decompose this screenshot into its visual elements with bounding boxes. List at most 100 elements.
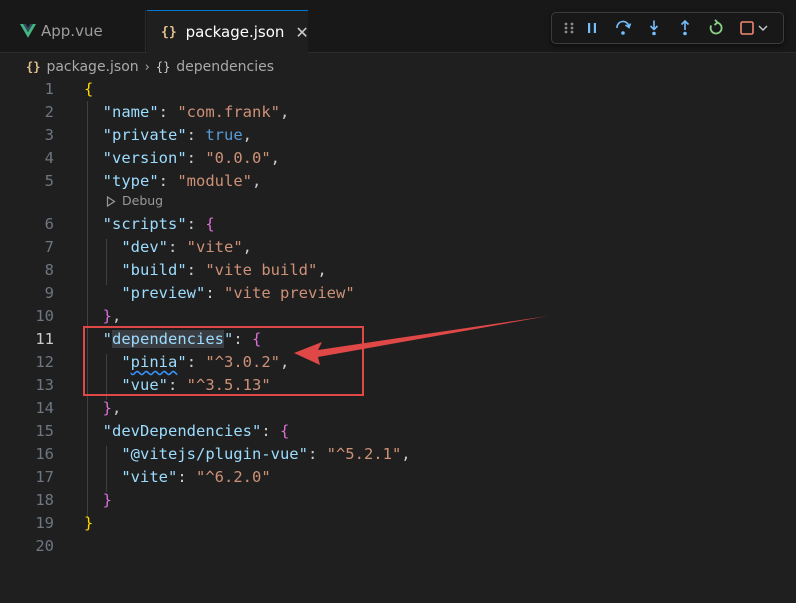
line-number: 5 <box>44 172 54 190</box>
code-line[interactable]: 4 "version": "0.0.0", <box>0 147 796 170</box>
line-number: 11 <box>35 330 54 348</box>
restart-icon[interactable] <box>705 17 727 39</box>
code-token: "dev" <box>121 238 168 256</box>
code-content: "build": "vite build", <box>84 259 326 282</box>
code-token: { <box>205 215 215 233</box>
code-content: "type": "module", <box>84 170 262 193</box>
code-line[interactable]: 18 } <box>0 489 796 512</box>
code-content: "dependencies": { <box>84 328 261 351</box>
step-into-icon[interactable] <box>643 17 665 39</box>
code-line[interactable]: 11 "dependencies": { <box>0 328 796 351</box>
code-token: } <box>84 514 94 532</box>
code-token: "scripts" <box>102 215 187 233</box>
code-content: }, <box>84 305 122 328</box>
vue-icon <box>20 24 36 38</box>
pause-icon[interactable] <box>581 17 603 39</box>
code-token: : <box>205 284 224 302</box>
line-number: 14 <box>35 399 54 417</box>
code-line[interactable]: 12 "pinia": "^3.0.2", <box>0 351 796 374</box>
code-token: : <box>186 353 206 371</box>
code-token: "^3.5.13" <box>186 376 271 394</box>
line-number: 18 <box>35 491 54 509</box>
code-token: : <box>261 422 280 440</box>
code-line[interactable]: 14 }, <box>0 397 796 420</box>
step-out-icon[interactable] <box>674 17 696 39</box>
code-token: "vite build" <box>205 261 318 279</box>
json-braces-icon: {} <box>26 60 41 74</box>
line-number: 4 <box>44 149 54 167</box>
code-token: : <box>186 215 206 233</box>
code-token: : <box>158 103 178 121</box>
codelens-debug[interactable]: Debug <box>106 191 163 211</box>
close-icon[interactable]: ✕ <box>295 23 308 42</box>
code-content: "vite": "^6.2.0" <box>84 466 270 489</box>
code-token: "vue" <box>121 376 168 394</box>
code-token: : <box>168 238 187 256</box>
code-line[interactable]: 7 "dev": "vite", <box>0 236 796 259</box>
line-number: 13 <box>35 376 54 394</box>
drag-handle-icon[interactable] <box>558 17 580 39</box>
code-line[interactable]: 19} <box>0 512 796 535</box>
code-line[interactable]: 6 "scripts": { <box>0 213 796 236</box>
code-line[interactable]: 13 "vue": "^3.5.13" <box>0 374 796 397</box>
code-line[interactable]: 8 "build": "vite build", <box>0 259 796 282</box>
code-line[interactable]: 5 "type": "module", <box>0 170 796 193</box>
code-token: , <box>280 103 290 121</box>
code-line[interactable]: 1{ <box>0 78 796 101</box>
code-token: , <box>280 353 290 371</box>
code-line[interactable]: 2 "name": "com.frank", <box>0 101 796 124</box>
code-content: "devDependencies": { <box>84 420 290 443</box>
code-line[interactable]: 15 "devDependencies": { <box>0 420 796 443</box>
step-over-icon[interactable] <box>612 17 634 39</box>
tab-label: package.json <box>185 23 285 41</box>
code-token: : <box>186 126 206 144</box>
stop-icon[interactable] <box>736 17 758 39</box>
line-number: 17 <box>35 468 54 486</box>
code-content: } <box>84 512 93 535</box>
chevron-down-icon[interactable] <box>756 17 770 39</box>
code-line[interactable]: 17 "vite": "^6.2.0" <box>0 466 796 489</box>
line-number: 1 <box>44 80 54 98</box>
code-content: { <box>84 78 93 101</box>
breadcrumb-section[interactable]: dependencies <box>176 59 274 75</box>
code-line[interactable]: 9 "preview": "vite preview" <box>0 282 796 305</box>
breadcrumb-separator: › <box>144 59 150 75</box>
code-token: , <box>112 307 122 325</box>
code-token: "build" <box>121 261 187 279</box>
breadcrumb-file[interactable]: package.json <box>46 59 138 75</box>
debug-toolbar <box>551 12 784 44</box>
line-number: 2 <box>44 103 54 121</box>
code-content: "@vitejs/plugin-vue": "^5.2.1", <box>84 443 410 466</box>
line-number: 16 <box>35 445 54 463</box>
code-token: , <box>242 238 253 256</box>
code-content: "vue": "^3.5.13" <box>84 374 271 397</box>
code-editor[interactable]: Debug 1{2 "name": "com.frank", 3 "private… <box>0 78 796 603</box>
code-line[interactable]: 20 <box>0 535 796 558</box>
code-line[interactable]: 10 }, <box>0 305 796 328</box>
code-token: "name" <box>102 103 159 121</box>
line-number: 7 <box>44 238 54 256</box>
line-number: 12 <box>35 353 54 371</box>
code-token: " <box>177 353 187 371</box>
tab-app-vue[interactable]: App.vue <box>0 10 146 52</box>
line-number: 19 <box>35 514 54 532</box>
code-token: : <box>177 468 196 486</box>
code-line[interactable]: 16 "@vitejs/plugin-vue": "^5.2.1", <box>0 443 796 466</box>
code-token: "vite" <box>186 238 243 256</box>
code-line[interactable]: 3 "private": true, <box>0 124 796 147</box>
code-content: "preview": "vite preview" <box>84 282 354 305</box>
code-token: " <box>102 330 113 348</box>
code-token: "private" <box>102 126 187 144</box>
tab-package-json[interactable]: {} package.json ✕ <box>147 10 309 53</box>
code-token: , <box>270 149 281 167</box>
code-token: : <box>307 445 327 463</box>
code-token: : <box>158 172 178 190</box>
code-token: dependencies <box>112 330 224 348</box>
